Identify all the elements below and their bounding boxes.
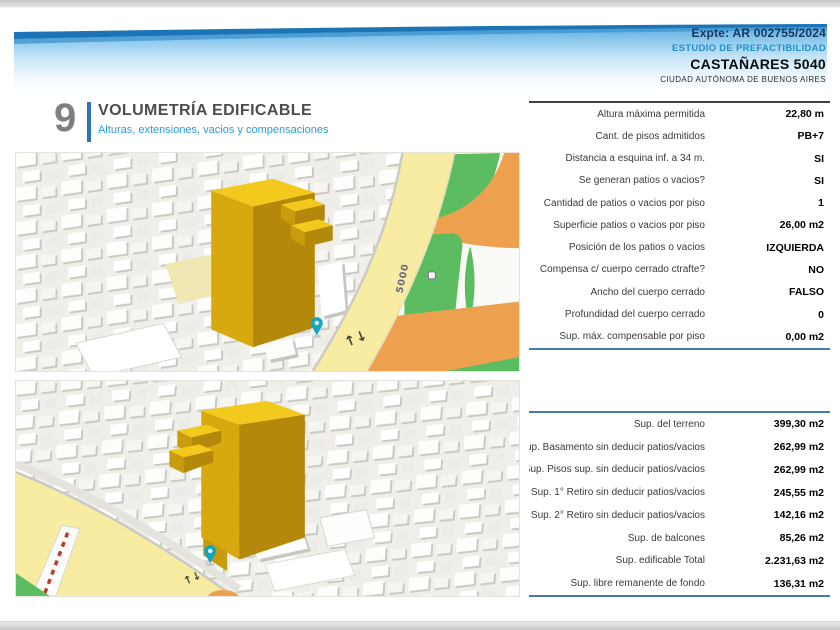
row-label: Sup. edificable Total xyxy=(529,555,705,566)
massing-map-view-1: ↑↓ 5000 xyxy=(15,152,520,372)
section-divider xyxy=(87,102,91,142)
row-value: SI xyxy=(705,175,830,187)
row-value: NO xyxy=(705,264,830,276)
table-row: Sup. libre remanente de fondo 136,31 m2 xyxy=(529,572,830,595)
table-row: Sup. de balcones 85,26 m2 xyxy=(529,527,830,550)
report-page: Expte: AR 002755/2024 ESTUDIO DE PREFACT… xyxy=(0,0,840,630)
section-title: VOLUMETRÍA EDIFICABLE xyxy=(98,102,329,120)
city-name: CIUDAD AUTÓNOMA DE BUENOS AIRES xyxy=(660,75,826,84)
row-label: Sup. Pisos sup. sin deducir patios/vacio… xyxy=(529,464,705,475)
property-address: CASTAÑARES 5040 xyxy=(660,56,826,72)
row-label: Altura máxima permitida xyxy=(529,109,705,120)
table-row: Cant. de pisos admitidos PB+7 xyxy=(529,125,830,147)
row-label: Sup. libre remanente de fondo xyxy=(529,578,705,589)
row-label: Sup. máx. compensable por piso xyxy=(529,331,705,342)
row-label: Sup. 1° Retiro sin deducir patios/vacios xyxy=(529,487,705,498)
table-row: Sup. máx. compensable por piso 0,00 m2 xyxy=(529,326,830,348)
table-row: Ancho del cuerpo cerrado FALSO xyxy=(529,281,830,303)
row-value: FALSO xyxy=(705,286,830,298)
massing-map-view-2: ↑↓ xyxy=(15,380,520,597)
row-label: Se generan patios o vacios? xyxy=(529,175,705,186)
row-value: SI xyxy=(705,153,830,165)
row-label: Sup. Basamento sin deducir patios/vacios xyxy=(529,442,705,453)
table-row: Altura máxima permitida 22,80 m xyxy=(529,103,830,125)
row-value: 85,26 m2 xyxy=(705,532,830,544)
document-header: Expte: AR 002755/2024 ESTUDIO DE PREFACT… xyxy=(660,26,826,84)
table-row: Profundidad del cuerpo cerrado 0 xyxy=(529,303,830,325)
row-value: 26,00 m2 xyxy=(705,219,830,231)
table-row: Posición de los patios o vacios IZQUIERD… xyxy=(529,237,830,259)
table-row: Sup. Pisos sup. sin deducir patios/vacio… xyxy=(529,459,830,482)
row-label: Profundidad del cuerpo cerrado xyxy=(529,309,705,320)
table-row: Cantidad de patios o vacios por piso 1 xyxy=(529,192,830,214)
row-value: 22,80 m xyxy=(705,108,830,120)
table-row: Distancia a esquina inf. a 34 m. SI xyxy=(529,148,830,170)
row-value: 0,00 m2 xyxy=(705,331,830,343)
table-row: Sup. del terreno 399,30 m2 xyxy=(529,413,830,436)
row-value: PB+7 xyxy=(705,130,830,142)
row-label: Cant. de pisos admitidos xyxy=(529,131,705,142)
expediente-number: Expte: AR 002755/2024 xyxy=(660,26,826,40)
row-label: Cantidad de patios o vacios por piso xyxy=(529,198,705,209)
page-top-edge xyxy=(0,0,840,8)
row-label: Sup. 2° Retiro sin deducir patios/vacios xyxy=(529,510,705,521)
table-row: Sup. edificable Total 2.231,63 m2 xyxy=(529,550,830,573)
row-value: 136,31 m2 xyxy=(705,578,830,590)
row-value: 262,99 m2 xyxy=(705,464,830,476)
row-value: 142,16 m2 xyxy=(705,509,830,521)
section-subtitle: Alturas, extensiones, vacios y compensac… xyxy=(98,124,329,136)
page-bottom-edge xyxy=(0,621,840,630)
section-number: 9 xyxy=(54,96,76,140)
row-value: IZQUIERDA xyxy=(705,242,830,254)
row-label: Sup. de balcones xyxy=(529,533,705,544)
row-label: Distancia a esquina inf. a 34 m. xyxy=(529,153,705,164)
row-label: Posición de los patios o vacios xyxy=(529,242,705,253)
row-label: Superficie patios o vacios por piso xyxy=(529,220,705,231)
table-row: Sup. Basamento sin deducir patios/vacios… xyxy=(529,436,830,459)
table-row: Se generan patios o vacios? SI xyxy=(529,170,830,192)
row-label: Ancho del cuerpo cerrado xyxy=(529,287,705,298)
row-value: 0 xyxy=(705,309,830,321)
table-row: Sup. 2° Retiro sin deducir patios/vacios… xyxy=(529,504,830,527)
row-value: 262,99 m2 xyxy=(705,441,830,453)
section-heading: VOLUMETRÍA EDIFICABLE Alturas, extension… xyxy=(98,102,329,136)
table-row: Sup. 1° Retiro sin deducir patios/vacios… xyxy=(529,481,830,504)
row-value: 1 xyxy=(705,197,830,209)
study-type: ESTUDIO DE PREFACTIBILIDAD xyxy=(660,43,826,54)
row-label: Compensa c/ cuerpo cerrado ctrafte? xyxy=(529,264,705,275)
row-label: Sup. del terreno xyxy=(529,419,705,430)
table-row: Superficie patios o vacios por piso 26,0… xyxy=(529,214,830,236)
surfaces-table: Sup. del terreno 399,30 m2 Sup. Basament… xyxy=(529,411,830,597)
row-value: 399,30 m2 xyxy=(705,418,830,430)
row-value: 2.231,63 m2 xyxy=(705,555,830,567)
table-row: Compensa c/ cuerpo cerrado ctrafte? NO xyxy=(529,259,830,281)
row-value: 245,55 m2 xyxy=(705,487,830,499)
building-parameters-table: Altura máxima permitida 22,80 m Cant. de… xyxy=(529,101,830,350)
